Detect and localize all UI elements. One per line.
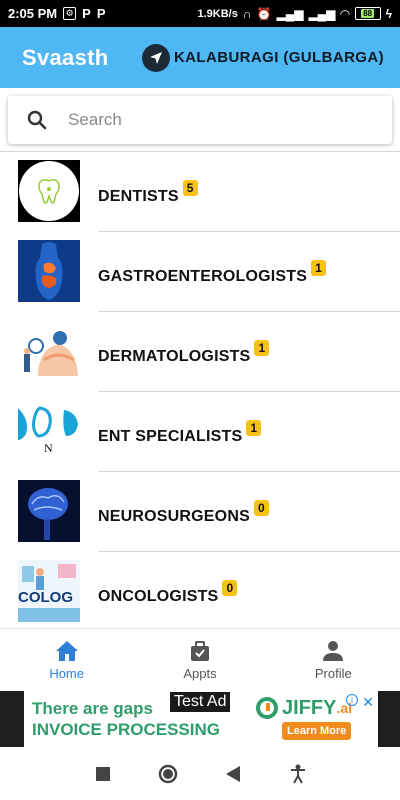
specialty-label: DENTISTS 5	[98, 180, 198, 206]
location-label: KALABURAGI (GULBARGA)	[173, 49, 384, 66]
digestive-system-icon	[18, 240, 80, 302]
back-button[interactable]	[221, 762, 245, 786]
close-icon[interactable]: ✕	[362, 694, 374, 711]
oncology-thumb-text: COLOG	[18, 589, 73, 606]
ad-brand-name: JIFFY	[282, 696, 337, 719]
accessibility-button[interactable]	[286, 762, 310, 786]
skin-exam-icon	[18, 320, 80, 382]
battery-level: 88	[361, 9, 375, 18]
count-badge: 1	[246, 420, 262, 436]
specialty-label: GASTROENTEROLOGISTS 1	[98, 260, 327, 286]
bottom-nav: Home Appts Profile	[0, 629, 400, 691]
count-badge: 1	[311, 260, 327, 276]
ad-content[interactable]: There are gaps INVOICE PROCESSING Test A…	[24, 691, 378, 747]
status-bar: 2:05 PM ⚙ P P 1.9KB/s ∩ ⏰ ▂▄▆ ▂▄▆ ◠ 88 ϟ	[0, 0, 400, 27]
nav-home-label: Home	[49, 665, 84, 681]
search-icon	[26, 109, 48, 131]
headphones-icon: ∩	[242, 6, 252, 21]
specialty-item-ent-specialists[interactable]: N ENT SPECIALISTS 1	[0, 392, 400, 472]
p-icon: P	[82, 6, 91, 21]
ad-info-icon[interactable]: i	[346, 694, 358, 706]
specialty-item-oncologists[interactable]: COLOG ONCOLOGISTS 0	[0, 552, 400, 628]
circle-icon	[158, 764, 177, 783]
status-time: 2:05 PM	[8, 6, 58, 21]
specialty-name: NEUROSURGEONS	[98, 508, 250, 525]
signal-icon: ▂▄▆	[308, 6, 336, 21]
count-badge: 0	[253, 500, 269, 516]
accessibility-icon	[290, 764, 305, 783]
specialty-label: DERMATOLOGISTS 1	[98, 340, 270, 366]
specialty-label: ONCOLOGISTS 0	[98, 580, 238, 606]
ad-banner[interactable]: There are gaps INVOICE PROCESSING Test A…	[0, 691, 400, 747]
learn-more-button[interactable]: Learn More	[282, 722, 352, 740]
ent-thumb-text: N	[44, 441, 53, 455]
nav-home[interactable]: Home	[0, 629, 133, 691]
specialty-name: GASTROENTEROLOGISTS	[98, 268, 308, 285]
nav-profile-label: Profile	[314, 665, 352, 681]
wifi-icon: ◠	[340, 6, 350, 21]
count-badge: 5	[182, 180, 198, 196]
p-icon: P	[96, 6, 106, 21]
ear-nose-icon: N	[18, 400, 80, 462]
nav-profile[interactable]: Profile	[267, 629, 400, 691]
specialty-item-neurosurgeons[interactable]: NEUROSURGEONS 0	[0, 472, 400, 552]
oncology-icon: COLOG	[18, 560, 80, 622]
settings-icon: ⚙	[63, 7, 77, 20]
nav-appts-label: Appts	[183, 665, 217, 681]
specialty-label: NEUROSURGEONS 0	[98, 500, 269, 526]
count-badge: 0	[222, 580, 238, 596]
specialty-name: DERMATOLOGISTS	[98, 348, 251, 365]
count-badge: 1	[254, 340, 270, 356]
specialty-label: ENT SPECIALISTS 1	[98, 420, 262, 446]
ad-subheadline: INVOICE PROCESSING	[32, 720, 220, 739]
specialty-item-gastroenterologists[interactable]: GASTROENTEROLOGISTS 1	[0, 232, 400, 312]
navigation-arrow-icon	[141, 43, 170, 72]
nav-appts[interactable]: Appts	[133, 629, 266, 691]
network-speed: 1.9KB/s	[197, 7, 238, 20]
search-input[interactable]	[68, 110, 348, 130]
search-bar[interactable]	[8, 96, 392, 144]
square-icon	[95, 766, 110, 781]
signal-icon: ▂▄▆	[276, 6, 304, 21]
battery-icon: 88	[354, 7, 381, 20]
home-system-button[interactable]	[156, 762, 180, 786]
app-title: Svaasth	[22, 44, 109, 70]
test-ad-label: Test Ad	[170, 692, 231, 712]
person-icon	[323, 640, 344, 661]
recents-button[interactable]	[91, 762, 115, 786]
specialty-list: DENTISTS 5 GASTROENTEROLOGISTS 1 DERMATO…	[0, 152, 400, 628]
charging-icon: ϟ	[385, 6, 392, 21]
location-selector[interactable]: KALABURAGI (GULBARGA)	[141, 43, 384, 72]
jiffy-logo-icon	[256, 697, 278, 719]
briefcase-check-icon	[190, 640, 209, 661]
specialty-name: ENT SPECIALISTS	[98, 428, 243, 445]
specialty-item-dermatologists[interactable]: DERMATOLOGISTS 1	[0, 312, 400, 392]
system-nav-bar	[0, 747, 400, 800]
brain-icon	[18, 480, 80, 542]
ad-headline: There are gaps	[32, 699, 153, 718]
tooth-icon	[18, 160, 80, 222]
app-bar: Svaasth KALABURAGI (GULBARGA)	[0, 27, 400, 88]
back-triangle-icon	[225, 765, 240, 782]
specialty-name: ONCOLOGISTS	[98, 588, 219, 605]
alarm-icon: ⏰	[256, 6, 272, 21]
specialty-name: DENTISTS	[98, 188, 179, 205]
specialty-item-dentists[interactable]: DENTISTS 5	[0, 152, 400, 232]
home-icon	[55, 640, 78, 661]
